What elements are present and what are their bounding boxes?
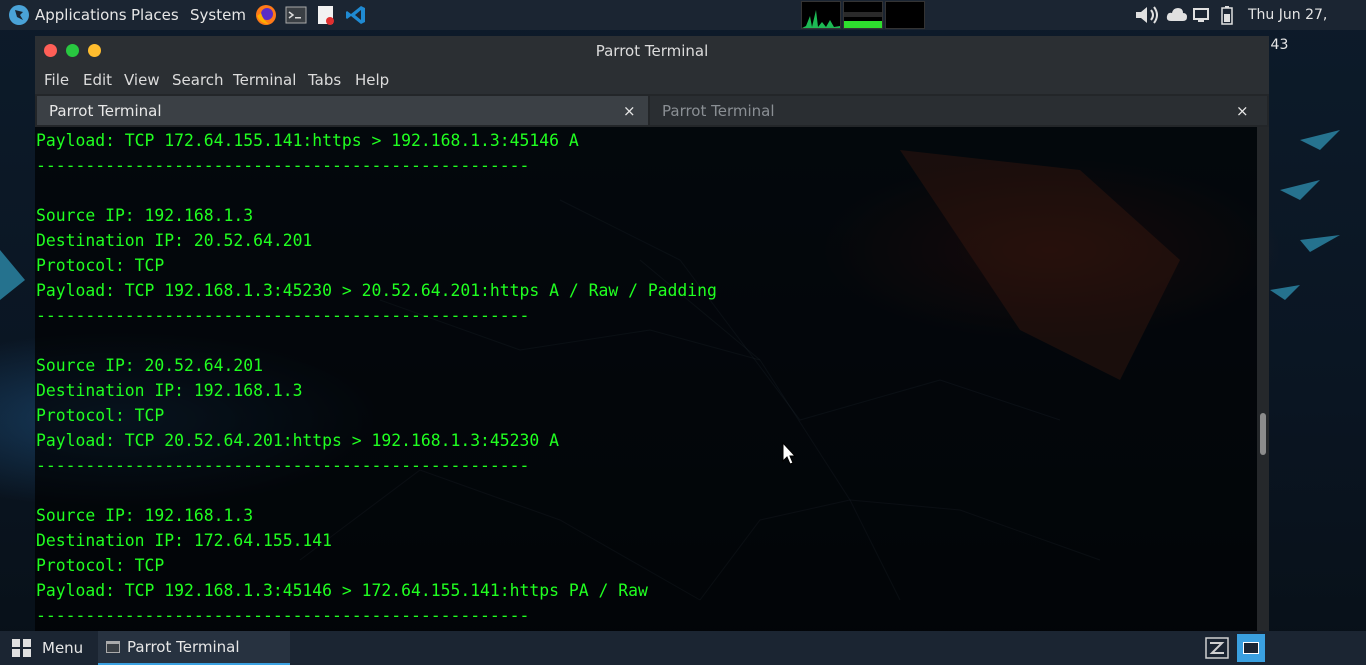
terminal-line: Protocol: TCP (36, 556, 165, 575)
terminal-lines: Payload: TCP 172.64.155.141:https > 192.… (36, 128, 717, 628)
scrollbar-thumb[interactable] (1260, 413, 1266, 455)
menu-grid-icon[interactable] (11, 638, 33, 658)
terminal-line: ----------------------------------------… (36, 456, 530, 475)
menu-edit[interactable]: Edit (83, 66, 112, 94)
taskbar-item-label: Parrot Terminal (127, 638, 240, 656)
terminal-line: Payload: TCP 20.52.64.201:https > 192.16… (36, 431, 560, 450)
terminal-line: ----------------------------------------… (36, 156, 530, 175)
tab-close-icon[interactable]: × (623, 96, 636, 126)
menu-file[interactable]: File (44, 66, 69, 94)
terminal-line: Source IP: 20.52.64.201 (36, 356, 263, 375)
places-menu[interactable]: Places (131, 0, 179, 30)
terminal-line: Payload: TCP 172.64.155.141:https > 192.… (36, 131, 579, 150)
tab-inactive[interactable]: Parrot Terminal × (650, 96, 1267, 125)
cpu-monitor-graph (801, 1, 841, 29)
terminal-line: Source IP: 192.168.1.3 (36, 506, 254, 525)
terminal-line: Payload: TCP 192.168.1.3:45146 > 172.64.… (36, 581, 648, 600)
applications-menu[interactable]: Applications (35, 0, 127, 30)
terminal-line: Protocol: TCP (36, 256, 165, 275)
memory-monitor-graph (843, 1, 883, 29)
taskbar-item-terminal[interactable]: Parrot Terminal (98, 631, 290, 665)
volume-icon[interactable] (1134, 5, 1162, 25)
tab-active[interactable]: Parrot Terminal × (37, 96, 648, 125)
workspace-switcher-icon[interactable] (1205, 637, 1229, 659)
system-menu[interactable]: System (190, 0, 246, 30)
terminal-line: Destination IP: 192.168.1.3 (36, 381, 303, 400)
workspace-window-icon (1243, 642, 1259, 654)
bottom-panel: Menu Parrot Terminal (0, 631, 1366, 665)
terminal-line: ----------------------------------------… (36, 306, 530, 325)
terminal-line: Destination IP: 20.52.64.201 (36, 231, 313, 250)
terminal-window: Parrot Terminal File Edit View Search Te… (35, 36, 1269, 631)
menu-terminal[interactable]: Terminal (233, 66, 296, 94)
terminal-line: Destination IP: 172.64.155.141 (36, 531, 333, 550)
terminal-line: Source IP: 192.168.1.3 (36, 206, 254, 225)
tab-bar: Parrot Terminal × Parrot Terminal × (35, 94, 1269, 127)
display-icon[interactable] (1192, 5, 1210, 25)
vscode-icon[interactable] (345, 4, 367, 26)
text-editor-icon[interactable] (315, 4, 337, 26)
workspace-1[interactable] (1237, 634, 1265, 662)
tab-label: Parrot Terminal (662, 102, 775, 120)
parrot-logo-icon[interactable] (8, 4, 30, 26)
terminal-line: ----------------------------------------… (36, 606, 530, 625)
top-panel: Applications Places System Thu Jun 27, (0, 0, 1366, 53)
clock[interactable]: Thu Jun 27, 06:43 (1248, 0, 1366, 53)
window-titlebar[interactable]: Parrot Terminal (35, 36, 1269, 66)
terminal-launcher-icon[interactable] (285, 4, 307, 26)
terminal-task-icon (106, 641, 120, 653)
network-monitor-graph (885, 1, 925, 29)
tab-label: Parrot Terminal (49, 102, 162, 120)
terminal-line: Protocol: TCP (36, 406, 165, 425)
menu-search[interactable]: Search (172, 66, 224, 94)
firefox-icon[interactable] (255, 4, 277, 26)
menu-help[interactable]: Help (355, 66, 389, 94)
network-cloud-icon[interactable] (1166, 5, 1188, 25)
terminal-scrollbar[interactable] (1257, 127, 1269, 631)
menu-button[interactable]: Menu (42, 631, 83, 665)
battery-icon[interactable] (1220, 5, 1234, 25)
menubar: File Edit View Search Terminal Tabs Help (35, 66, 1269, 94)
mouse-cursor-icon (782, 442, 797, 465)
terminal-line: Payload: TCP 192.168.1.3:45230 > 20.52.6… (36, 281, 717, 300)
menu-tabs[interactable]: Tabs (308, 66, 341, 94)
tab-close-icon[interactable]: × (1236, 96, 1249, 126)
terminal-output[interactable]: Payload: TCP 172.64.155.141:https > 192.… (35, 127, 1257, 631)
menu-view[interactable]: View (124, 66, 160, 94)
window-title: Parrot Terminal (595, 42, 709, 60)
